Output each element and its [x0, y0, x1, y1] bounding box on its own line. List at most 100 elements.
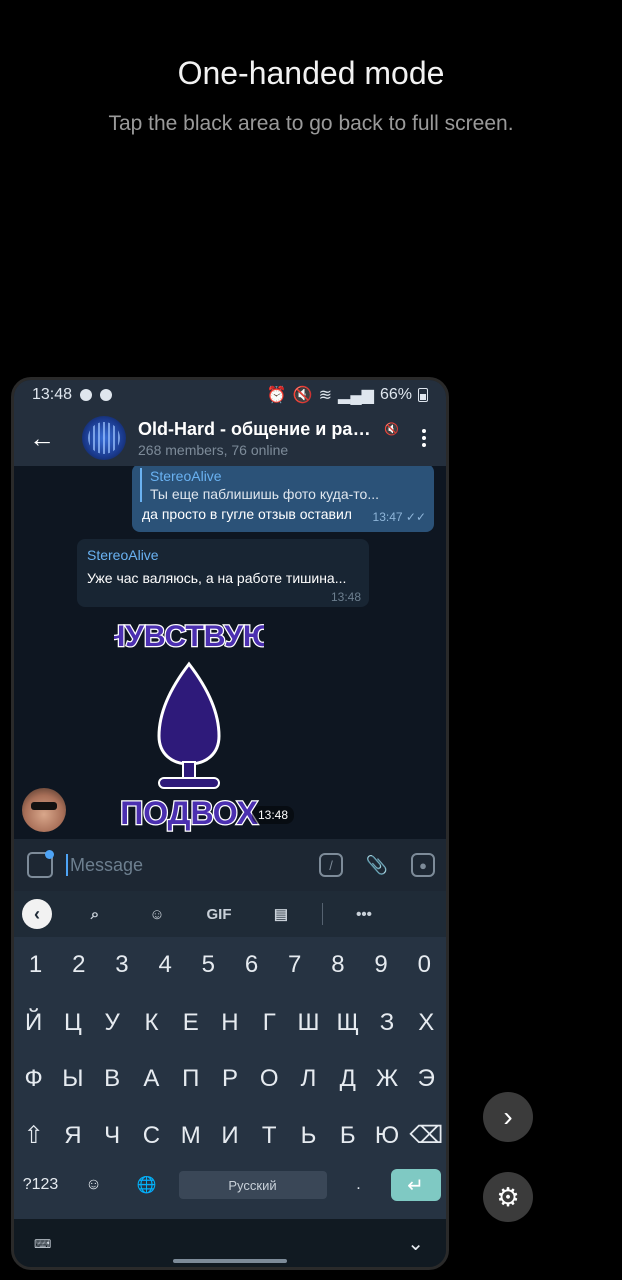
letter-key-4[interactable]: Е	[171, 1009, 210, 1037]
emoji-key-icon[interactable]: ☺	[73, 1176, 115, 1194]
number-row: 1234567890	[14, 951, 446, 979]
letter-key-1[interactable]: Ц	[53, 1009, 92, 1037]
backspace-key-icon[interactable]: ⌫	[407, 1121, 446, 1150]
read-checkmarks-icon: ✓✓	[405, 510, 426, 524]
message-input[interactable]	[66, 854, 308, 876]
letter-key-8[interactable]: Д	[328, 1065, 367, 1093]
letter-key-7[interactable]: Б	[328, 1122, 367, 1150]
reply-preview[interactable]: StereoAlive Ты еще паблишишь фото куда-т…	[140, 468, 379, 502]
letter-key-10[interactable]: Э	[407, 1065, 446, 1093]
battery-icon	[418, 388, 428, 402]
message-composer: / 📎 ●	[14, 839, 446, 891]
letter-key-7[interactable]: Ш	[289, 1009, 328, 1037]
letter-key-5[interactable]: Т	[250, 1122, 289, 1150]
letter-key-8[interactable]: Щ	[328, 1009, 367, 1037]
incoming-message[interactable]: StereoAlive Уже час валяюсь, а на работе…	[77, 539, 369, 607]
letter-key-1[interactable]: Ы	[53, 1065, 92, 1093]
letter-key-6[interactable]: О	[250, 1065, 289, 1093]
message-list[interactable]: StereoAlive Ты еще паблишишь фото куда-т…	[14, 466, 446, 839]
sender-avatar[interactable]	[22, 788, 66, 832]
sticker-top-text: ЧУВСТВУЮ	[114, 620, 264, 653]
globe-icon[interactable]: 🌐	[126, 1175, 168, 1195]
letter-key-9[interactable]: З	[367, 1009, 406, 1037]
sticker-time: 13:48	[252, 806, 295, 824]
chevron-right-icon[interactable]: ›	[483, 1092, 533, 1142]
app-notification-icon-2	[100, 389, 113, 401]
battery-percent: 66%	[379, 386, 412, 403]
letter-key-10[interactable]: Х	[407, 1009, 446, 1037]
sticker-shape	[157, 661, 221, 766]
chat-subtitle: 268 members, 76 online	[138, 441, 289, 458]
wifi-icon: ≋	[318, 387, 333, 404]
sticker-message[interactable]: ЧУВСТВУЮ ПОДВОХ	[114, 616, 264, 836]
letter-key-3[interactable]: А	[132, 1065, 171, 1093]
letter-key-9[interactable]: Ж	[367, 1065, 406, 1093]
status-time: 13:48	[32, 386, 73, 403]
letter-key-5[interactable]: Н	[210, 1009, 249, 1037]
back-arrow-icon[interactable]: ←	[14, 410, 70, 466]
clipboard-icon[interactable]: ▤	[250, 905, 312, 923]
home-gesture-bar[interactable]	[173, 1259, 287, 1263]
number-key-9[interactable]: 0	[403, 951, 445, 979]
enter-key-icon[interactable]: ↵	[390, 1169, 441, 1201]
letter-key-6[interactable]: Г	[250, 1009, 289, 1037]
camera-button[interactable]: ●	[400, 839, 446, 891]
letter-key-2[interactable]: С	[132, 1122, 171, 1150]
number-key-1[interactable]: 2	[58, 951, 100, 979]
navigation-bar: ⌨ ⌄	[14, 1219, 446, 1267]
more-toolbar-icon[interactable]: •••	[333, 906, 395, 923]
number-key-8[interactable]: 9	[360, 951, 402, 979]
bot-commands-button[interactable]: /	[308, 839, 354, 891]
space-key[interactable]: Русский	[178, 1171, 327, 1199]
chat-header: ← Old-Hard - общение и раз... 🔇 268 memb…	[14, 410, 446, 466]
chat-title: Old-Hard - общение и раз...	[138, 418, 376, 439]
letter-key-1[interactable]: Ч	[93, 1122, 132, 1150]
keyboard-emoji-icon[interactable]: ☺	[126, 906, 188, 923]
chevron-left-icon[interactable]: ‹	[22, 899, 52, 929]
chat-title-block[interactable]: Old-Hard - общение и раз... 🔇 268 member…	[138, 419, 402, 458]
attach-button[interactable]: 📎	[354, 839, 400, 891]
period-key[interactable]: .	[338, 1176, 380, 1194]
group-avatar[interactable]	[82, 416, 126, 460]
number-key-2[interactable]: 3	[101, 951, 143, 979]
shift-key-icon[interactable]: ⇧	[14, 1121, 53, 1150]
letter-key-8[interactable]: Ю	[367, 1122, 406, 1150]
letter-key-5[interactable]: Р	[210, 1065, 249, 1093]
more-options-icon[interactable]	[402, 429, 446, 447]
keyboard-search-icon[interactable]: ⌕	[64, 906, 126, 923]
gear-icon[interactable]: ⚙	[483, 1172, 533, 1222]
letter-key-7[interactable]: Л	[289, 1065, 328, 1093]
number-key-5[interactable]: 6	[231, 951, 273, 979]
keyboard-toolbar: ‹ ⌕ ☺ GIF ▤ •••	[14, 891, 446, 937]
letter-key-2[interactable]: У	[93, 1009, 132, 1037]
keyboard-gif-button[interactable]: GIF	[188, 906, 250, 923]
outgoing-message[interactable]: StereoAlive Ты еще паблишишь фото куда-т…	[132, 466, 434, 532]
letter-key-3[interactable]: М	[171, 1122, 210, 1150]
letter-key-3[interactable]: К	[132, 1009, 171, 1037]
letter-key-0[interactable]: Я	[53, 1122, 92, 1150]
letter-key-4[interactable]: П	[171, 1065, 210, 1093]
sticker-emoji-button[interactable]	[14, 839, 66, 891]
letter-key-2[interactable]: В	[93, 1065, 132, 1093]
number-key-0[interactable]: 1	[15, 951, 57, 979]
number-key-6[interactable]: 7	[274, 951, 316, 979]
status-bar: 13:48 ⏰ 🔇 ≋ ▂▄▆ 66%	[14, 380, 446, 410]
number-key-4[interactable]: 5	[187, 951, 229, 979]
symbols-key[interactable]: ?123	[20, 1176, 62, 1194]
letter-key-4[interactable]: И	[210, 1122, 249, 1150]
chevron-down-icon[interactable]: ⌄	[407, 1231, 424, 1256]
sender-name[interactable]: StereoAlive	[87, 547, 159, 563]
keyboard: 1234567890 ЙЦУКЕНГШЩЗХ ФЫВАПРОЛДЖЭ ⇧ ЯЧС…	[14, 937, 446, 1219]
letter-key-0[interactable]: Й	[14, 1009, 53, 1037]
number-key-3[interactable]: 4	[144, 951, 186, 979]
toolbar-divider	[322, 903, 323, 925]
letter-key-0[interactable]: Ф	[14, 1065, 53, 1093]
outgoing-time: 13:47 ✓✓	[372, 510, 426, 524]
one-handed-banner-title: One-handed mode	[177, 55, 445, 91]
letter-key-6[interactable]: Ь	[289, 1122, 328, 1150]
incoming-time: 13:48	[330, 590, 361, 604]
app-notification-icon	[80, 389, 93, 401]
number-key-7[interactable]: 8	[317, 951, 359, 979]
keyboard-switch-icon[interactable]: ⌨	[34, 1237, 52, 1251]
incoming-text: Уже час валяюсь, а на работе тишина...	[87, 570, 347, 586]
